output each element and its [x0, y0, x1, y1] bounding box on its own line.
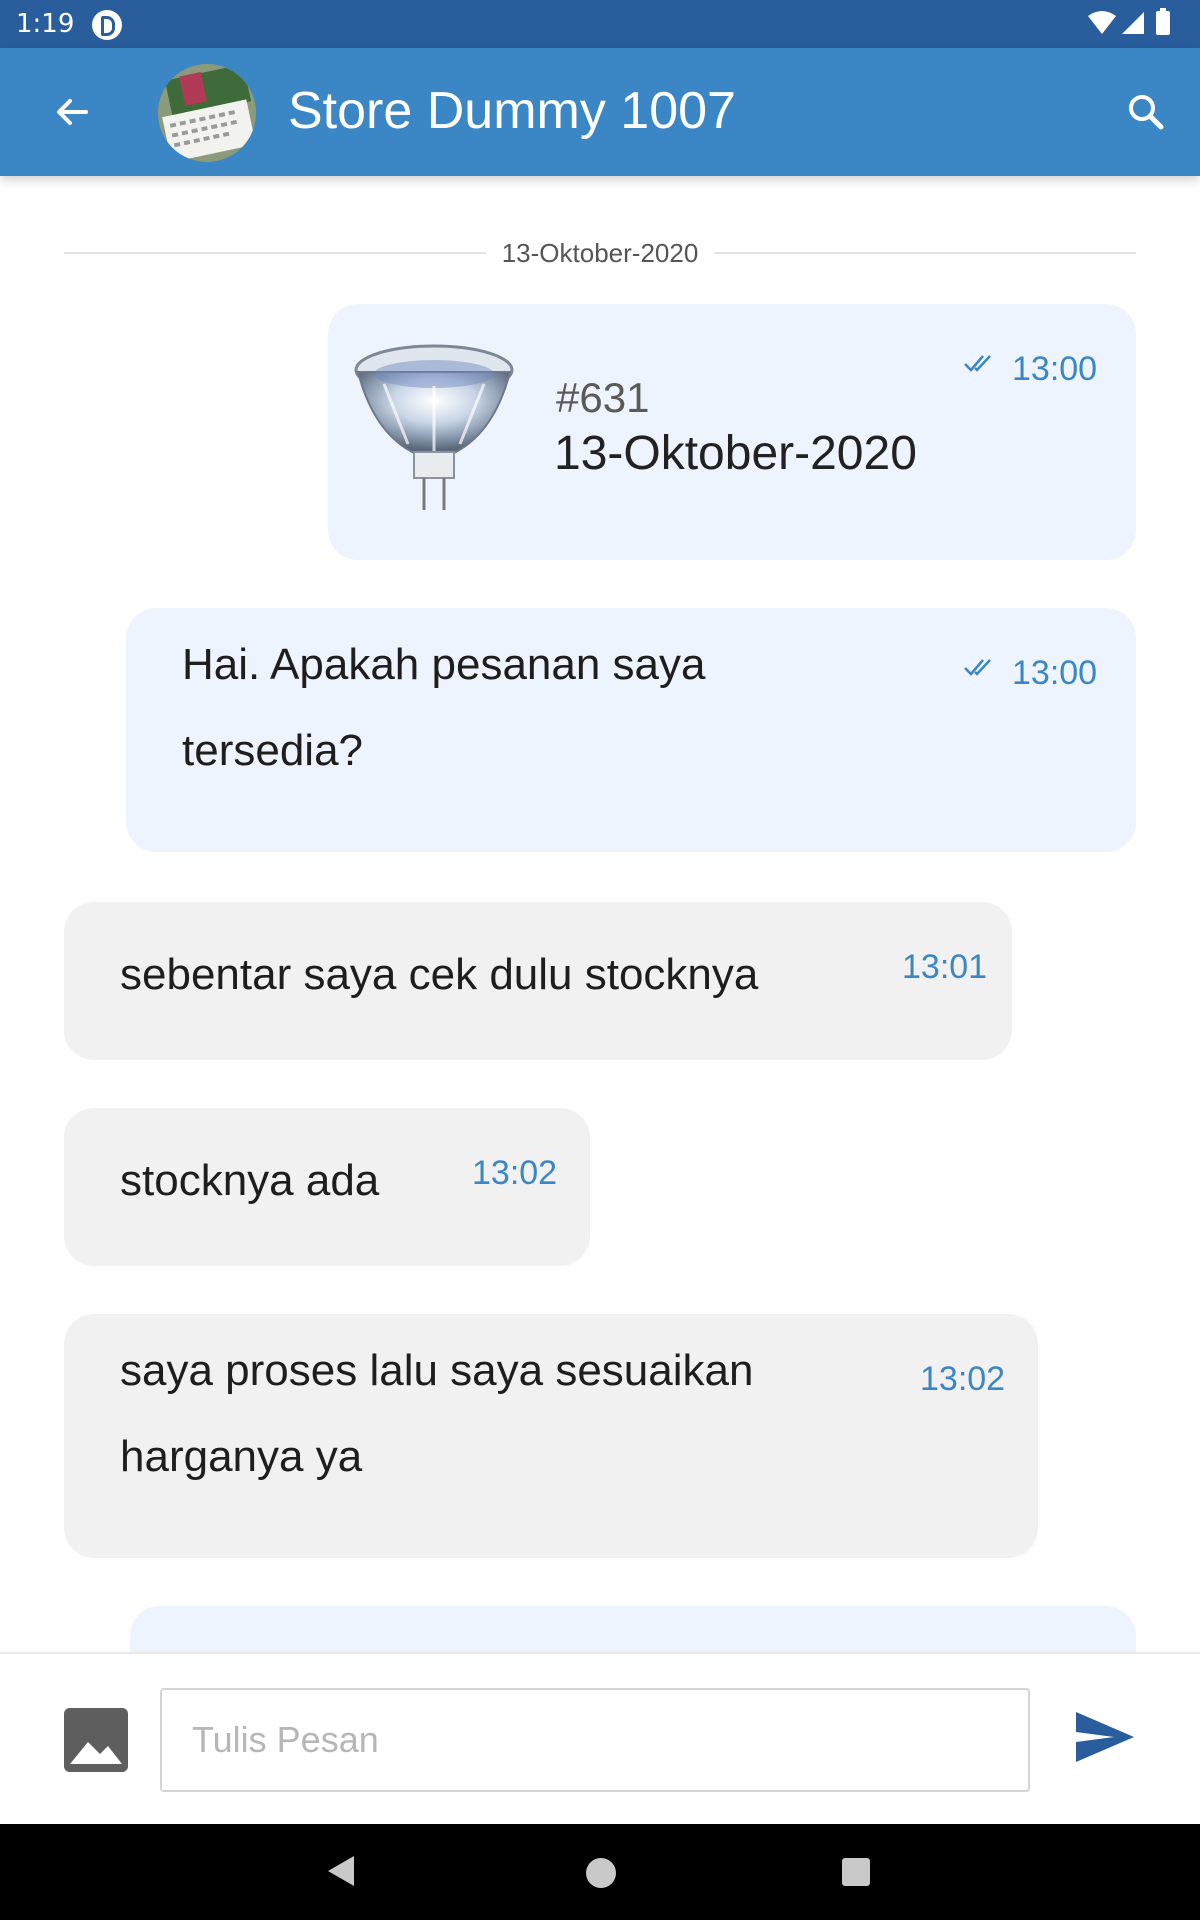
date-divider: 13-Oktober-2020 [64, 238, 1136, 268]
message-composer [0, 1652, 1200, 1824]
send-button[interactable] [1072, 1704, 1138, 1770]
order-number: #631 [556, 374, 650, 421]
message-text-line: sebentar saya cek dulu stocknya [120, 950, 759, 999]
message-bubble-incoming[interactable]: sebentar saya cek dulu stocknya 13:01 [64, 902, 1012, 1060]
nav-back-icon[interactable] [326, 1854, 356, 1888]
notification-app-icon [92, 10, 122, 40]
message-time: 13:00 [1012, 350, 1098, 388]
status-bar: 1:19 [0, 0, 1200, 48]
chat-screen: 1:19 Store Dummy 1007 13-Oktober-2020 #6… [0, 0, 1200, 1920]
app-bar: Store Dummy 1007 [0, 48, 1200, 176]
message-input[interactable] [160, 1688, 1030, 1792]
system-nav-bar [0, 1824, 1200, 1920]
message-text-line: stocknya ada [120, 1156, 380, 1205]
search-button[interactable] [1118, 84, 1174, 140]
gallery-button[interactable] [64, 1708, 128, 1772]
message-text-line: Hai. Apakah pesanan saya [182, 640, 706, 689]
message-list[interactable]: 13-Oktober-2020 #631 13-Oktober-2020 13:… [0, 176, 1200, 1652]
order-card[interactable]: #631 13-Oktober-2020 13:00 [328, 304, 1136, 560]
message-time: 13:00 [1012, 654, 1098, 692]
wifi-icon [1088, 11, 1116, 34]
store-avatar[interactable] [158, 64, 256, 162]
double-check-icon [964, 355, 991, 372]
nav-home-icon[interactable] [586, 1858, 616, 1888]
message-bubble-outgoing[interactable]: Hai. Apakah pesanan saya tersedia? 13:00 [126, 608, 1136, 852]
image-icon [64, 1708, 128, 1772]
battery-icon [1156, 8, 1170, 35]
order-date: 13-Oktober-2020 [554, 427, 917, 480]
product-image [354, 344, 514, 510]
date-divider-label: 13-Oktober-2020 [485, 238, 715, 268]
search-icon [1129, 95, 1164, 130]
arrow-left-icon [57, 99, 88, 125]
message-bubble-outgoing[interactable] [130, 1606, 1136, 1652]
message-text-line: harganya ya [120, 1432, 363, 1481]
status-indicators [1086, 8, 1178, 40]
send-icon [1076, 1712, 1134, 1762]
chat-title: Store Dummy 1007 [288, 82, 736, 140]
double-check-icon [964, 659, 991, 676]
message-time: 13:02 [472, 1154, 558, 1192]
message-bubble-incoming[interactable]: saya proses lalu saya sesuaikan harganya… [64, 1314, 1038, 1558]
status-time: 1:19 [16, 9, 75, 39]
nav-recents-icon[interactable] [842, 1858, 870, 1886]
calendar-photo-icon [158, 64, 256, 162]
message-time: 13:02 [920, 1360, 1006, 1398]
signal-icon [1122, 12, 1144, 34]
message-time: 13:01 [902, 948, 988, 986]
message-text-line: saya proses lalu saya sesuaikan [120, 1346, 754, 1395]
message-text-line: tersedia? [182, 726, 364, 775]
back-button[interactable] [44, 84, 100, 140]
message-bubble-incoming[interactable]: stocknya ada 13:02 [64, 1108, 590, 1266]
